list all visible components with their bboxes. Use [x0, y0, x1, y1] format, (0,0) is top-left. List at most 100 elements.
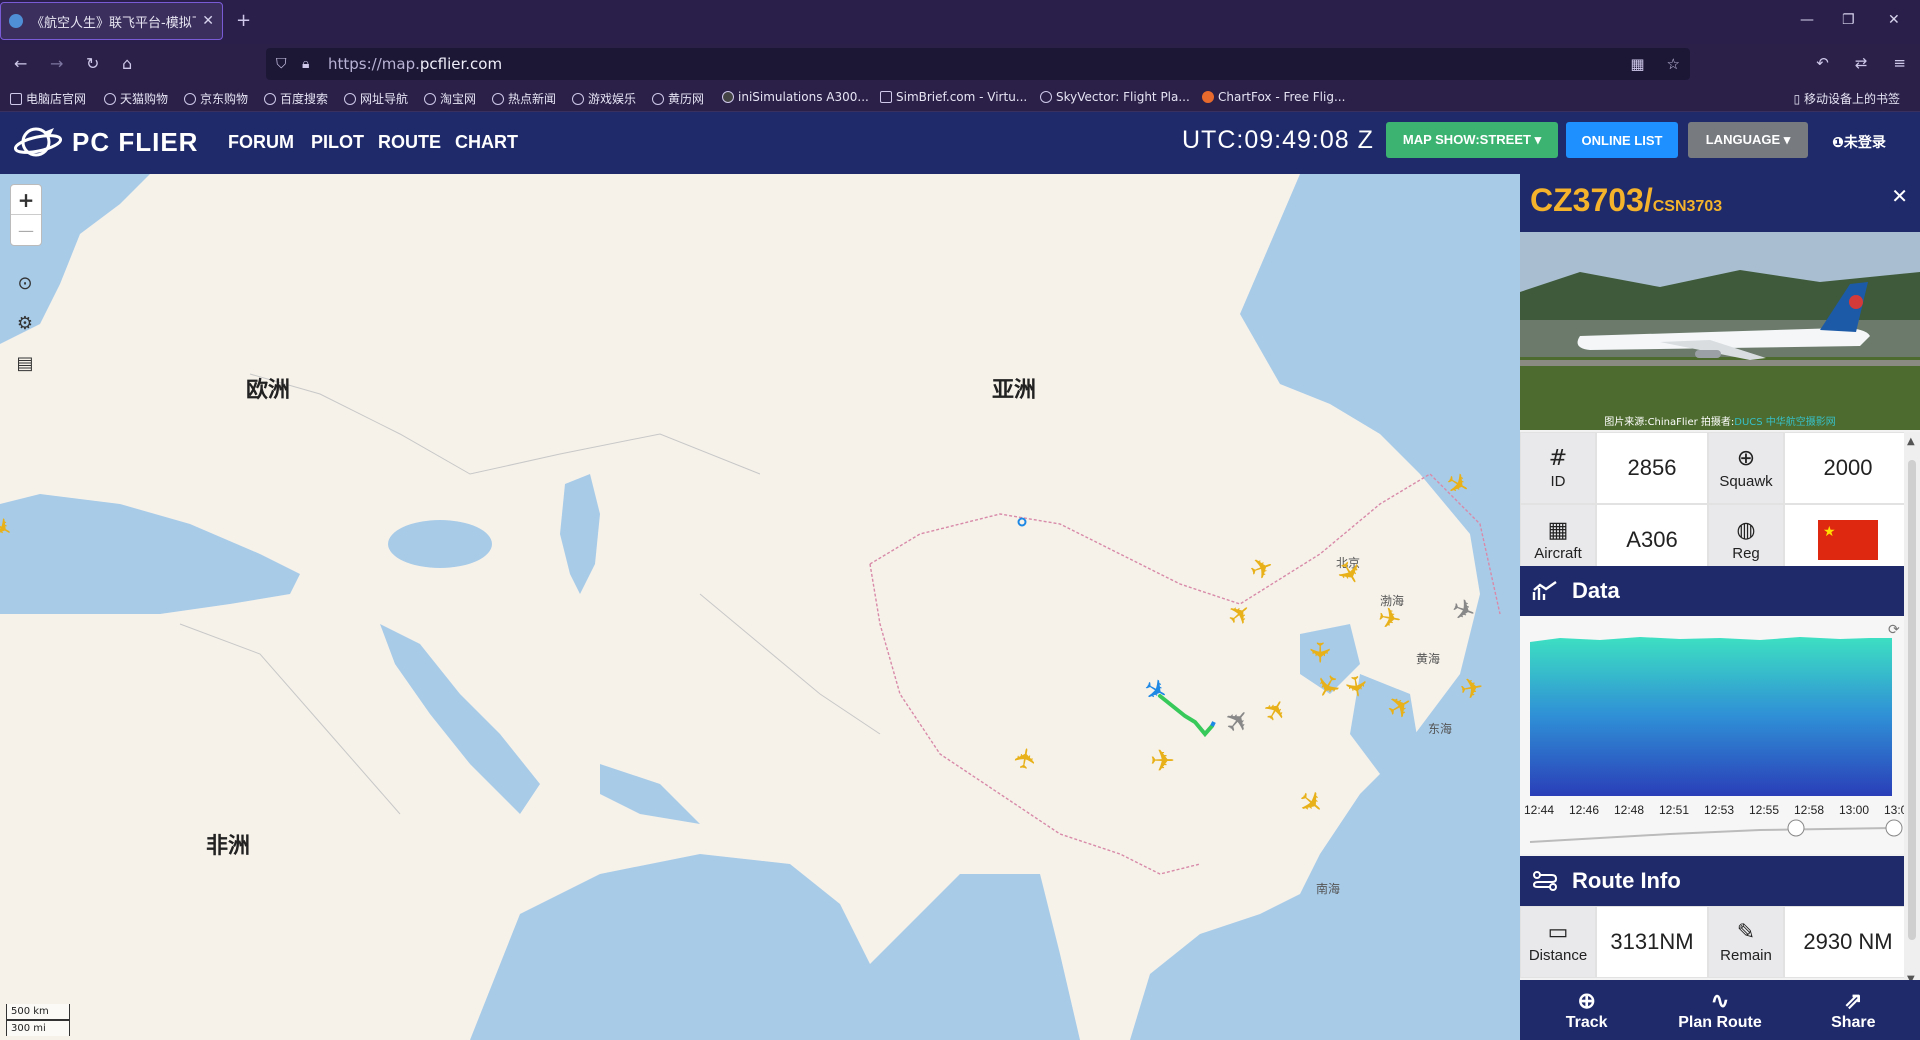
skyvector-icon: [1040, 91, 1052, 103]
aircraft-marker[interactable]: ✈: [1303, 641, 1336, 664]
range-slider-right-handle[interactable]: [1885, 819, 1903, 837]
flight-track-end: [1210, 721, 1216, 727]
icao-callsign: CSN3703: [1652, 198, 1723, 215]
site-favicon-icon: [9, 14, 23, 28]
altitude-chart[interactable]: ⟳ 12:44 12:46 12:48 12:51 12:53 12:55 12:58 13:…: [1520, 616, 1914, 854]
menu-pilot[interactable]: PILOT: [311, 132, 364, 153]
scale-mi: 300 mi: [6, 1020, 70, 1036]
route-info-header[interactable]: Route Info: [1520, 856, 1904, 906]
photo-source: 图片来源:ChinaFlier 拍摄者:: [1604, 417, 1735, 428]
scrollbar-thumb[interactable]: [1908, 460, 1916, 940]
menu-chart[interactable]: CHART: [455, 132, 518, 153]
bookmark-label: ChartFox - Free Flig...: [1218, 90, 1346, 104]
remain-label: Remain: [1720, 946, 1772, 964]
locate-icon[interactable]: ⊙: [10, 268, 40, 298]
tab-title: 《航空人生》联飞平台-模拟飞: [31, 15, 197, 31]
menu-icon[interactable]: ≡: [1893, 54, 1906, 72]
qr-code-icon[interactable]: ▦: [1630, 55, 1644, 73]
forward-icon[interactable]: →: [50, 54, 63, 73]
new-tab-button[interactable]: +: [236, 10, 251, 31]
bookmark-item[interactable]: 淘宝网: [424, 90, 476, 107]
sea-label-nanhai: 南海: [1316, 882, 1341, 896]
bookmark-item[interactable]: 网址导航: [344, 90, 408, 107]
bookmark-item[interactable]: 黄历网: [652, 90, 704, 107]
login-link[interactable]: ❶未登录: [1832, 132, 1886, 152]
panel-scrollbar[interactable]: ▲ ▼: [1904, 432, 1920, 992]
home-icon[interactable]: ⌂: [122, 54, 132, 73]
plan-route-button[interactable]: ∿ Plan Route: [1653, 980, 1786, 1040]
site-header: PC FLIER FORUM PILOT ROUTE CHART UTC:09:…: [0, 112, 1920, 174]
language-dropdown[interactable]: LANGUAGE ▾: [1688, 122, 1808, 158]
scroll-up-icon[interactable]: ▲: [1907, 436, 1915, 447]
zoom-out-button[interactable]: —: [11, 215, 41, 245]
measure-icon: ✎: [1736, 919, 1756, 945]
bookmark-item[interactable]: 百度搜索: [264, 90, 328, 107]
map-view[interactable]: + — ⊙ ⚙ ▤ 欧洲 亚洲 非洲 北京 渤海 黄海 东海 南海 ✈ ✈ ✈ …: [0, 174, 1520, 1040]
remain-value: 2930 NM: [1784, 906, 1912, 978]
url-bar[interactable]: ⛉ 🔒︎ https://map.pcflier.com ▦ ☆: [266, 48, 1690, 80]
zoom-in-button[interactable]: +: [11, 185, 41, 215]
id-label: ID: [1550, 472, 1566, 490]
track-target-icon: ⊕: [1577, 988, 1596, 1013]
bookmark-star-icon[interactable]: ☆: [1667, 55, 1680, 73]
close-tab-icon[interactable]: ✕: [202, 13, 214, 29]
bookmark-item[interactable]: iniSimulations A300...: [722, 90, 869, 104]
map-canvas[interactable]: [0, 174, 1520, 1040]
restore-icon[interactable]: ❐: [1842, 12, 1855, 28]
lock-icon[interactable]: 🔒︎: [302, 56, 309, 72]
bookmark-item[interactable]: ChartFox - Free Flig...: [1202, 90, 1345, 104]
globe-icon: [424, 92, 436, 105]
menu-forum[interactable]: FORUM: [228, 132, 294, 153]
mobile-bookmarks-folder[interactable]: ▯ 移动设备上的书签: [1794, 90, 1900, 107]
site-logo[interactable]: PC FLIER: [14, 124, 198, 160]
photo-credit: 图片来源:ChinaFlier 拍摄者:DUCS 中华航空摄影网: [1520, 413, 1920, 428]
country-border: [249, 373, 761, 475]
range-slider-left-handle[interactable]: [1787, 819, 1805, 837]
menu-route[interactable]: ROUTE: [378, 132, 441, 153]
clipboard-icon[interactable]: ▤: [10, 348, 40, 378]
minimize-icon[interactable]: —: [1800, 12, 1814, 28]
bookmark-item[interactable]: 天猫购物: [104, 90, 168, 107]
browser-nav-bar: ← → ↻ ⌂ ⛉ 🔒︎ https://map.pcflier.com ▦ ☆…: [0, 44, 1920, 84]
translate-icon[interactable]: ⇄: [1855, 54, 1868, 72]
bookmark-item[interactable]: SkyVector: Flight Pla...: [1040, 90, 1190, 104]
bookmark-item[interactable]: 京东购物: [184, 90, 248, 107]
flight-info-panel: CZ3703/CSN3703 ✕ 图片来源:ChinaFlier 拍摄者:DUC…: [1520, 174, 1920, 1040]
flight-callsign: CZ3703/CSN3703: [1530, 182, 1723, 218]
reload-icon[interactable]: ↻: [86, 54, 99, 73]
settings-gears-icon[interactable]: ⚙: [10, 308, 40, 338]
plan-route-icon: ∿: [1710, 988, 1730, 1013]
back-icon[interactable]: ←: [14, 54, 27, 73]
bookmark-item[interactable]: 电脑店官网: [10, 90, 86, 107]
browser-tab[interactable]: 《航空人生》联飞平台-模拟飞 ✕: [0, 2, 223, 40]
range-slider-track: [1529, 827, 1893, 843]
globe-icon: [104, 92, 116, 105]
bookmark-item[interactable]: 游戏娱乐: [572, 90, 636, 107]
zoom-control: + —: [10, 184, 42, 246]
route-info-grid: ▭ Distance 3131NM ✎ Remain 2930 NM: [1520, 906, 1912, 978]
refresh-icon[interactable]: ⟳: [1888, 622, 1900, 638]
bookmark-label: 网址导航: [360, 92, 409, 106]
distance-label: Distance: [1528, 946, 1588, 964]
window-close-icon[interactable]: ✕: [1888, 12, 1900, 28]
globe-icon: [572, 92, 584, 105]
share-button[interactable]: ⇗ Share: [1787, 980, 1920, 1040]
aircraft-marker[interactable]: ✈: [1150, 744, 1175, 779]
map-show-dropdown[interactable]: MAP SHOW:STREET ▾: [1386, 122, 1558, 158]
bookmark-label: 黄历网: [668, 92, 705, 106]
online-list-button[interactable]: ONLINE LIST: [1566, 122, 1678, 158]
squawk-label: Squawk: [1719, 472, 1773, 490]
url-text[interactable]: https://map.pcflier.com: [328, 55, 502, 73]
shield-icon[interactable]: ⛉: [276, 56, 287, 72]
aircraft-photo[interactable]: 图片来源:ChinaFlier 拍摄者:DUCS 中华航空摄影网: [1520, 232, 1920, 430]
airport-marker[interactable]: [1017, 517, 1027, 527]
route-icon: [1532, 871, 1558, 891]
remain-cell: ✎ Remain: [1708, 906, 1784, 978]
bookmark-item[interactable]: SimBrief.com - Virtu...: [880, 90, 1027, 104]
scale-km: 500 km: [6, 1004, 70, 1020]
panel-close-icon[interactable]: ✕: [1891, 184, 1908, 208]
track-button[interactable]: ⊕ Track: [1520, 980, 1653, 1040]
undo-icon[interactable]: ↶: [1816, 54, 1829, 72]
bookmark-item[interactable]: 热点新闻: [492, 90, 556, 107]
data-section-header[interactable]: Data: [1520, 566, 1904, 616]
